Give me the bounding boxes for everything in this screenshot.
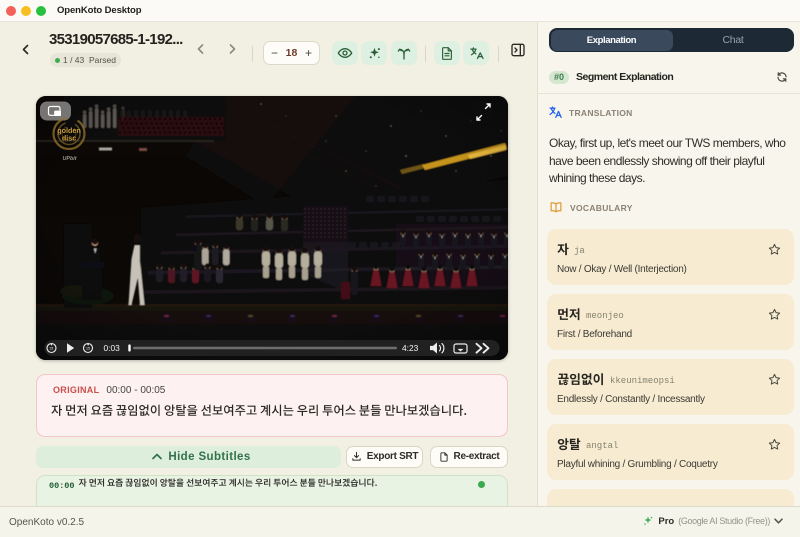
svg-text:15: 15 <box>86 347 90 351</box>
svg-text:15: 15 <box>49 347 53 351</box>
svg-text:0:03: 0:03 <box>104 343 121 353</box>
svg-text:4:23: 4:23 <box>402 343 419 353</box>
svg-text:UPbit: UPbit <box>62 156 76 162</box>
svg-text:disc: disc <box>62 134 76 143</box>
